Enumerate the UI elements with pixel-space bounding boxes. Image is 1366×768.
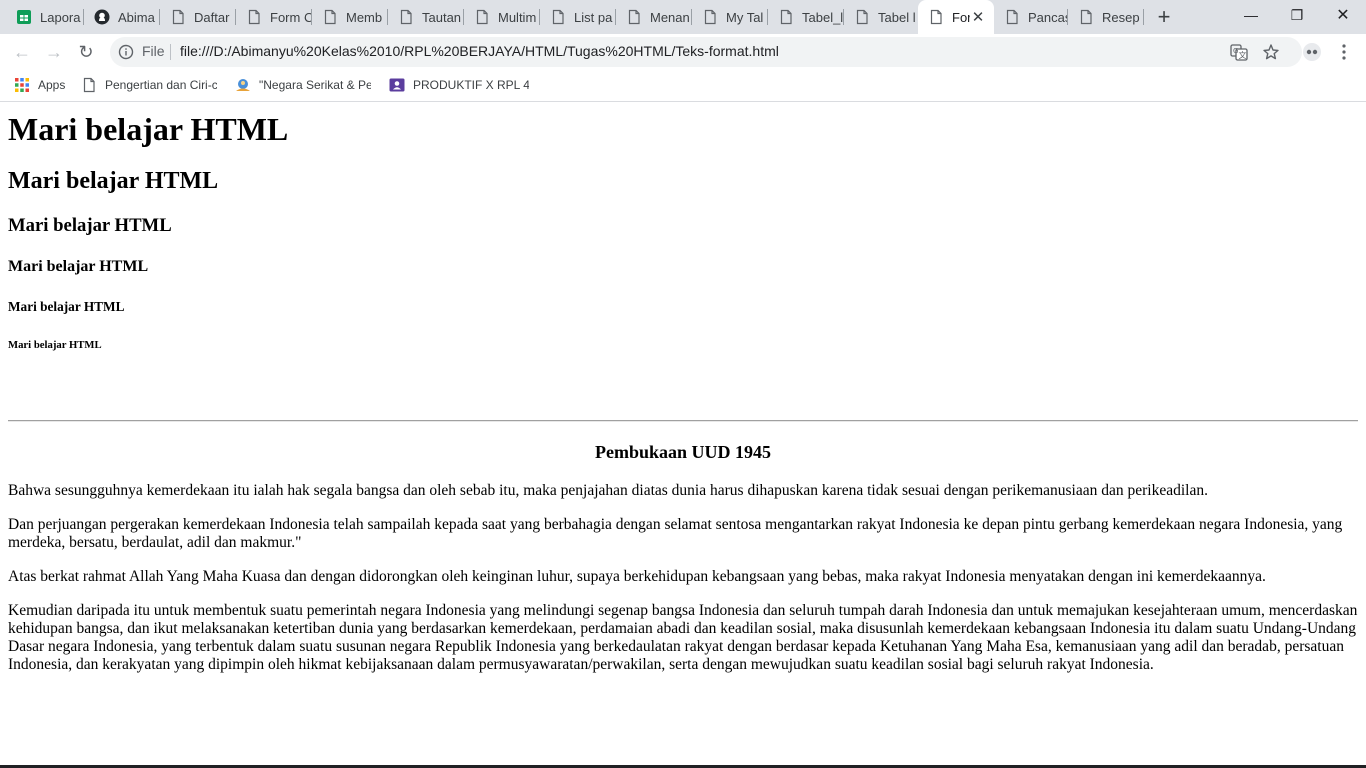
- heading-h1: Mari belajar HTML: [8, 111, 289, 147]
- profile-avatar-icon[interactable]: [1298, 38, 1326, 66]
- restore-button[interactable]: ❐: [1274, 0, 1320, 30]
- page-icon: [854, 9, 870, 25]
- page-content: Mari belajar HTML Mari belajar HTML Mari…: [0, 102, 1366, 768]
- tab-tabel-1[interactable]: Tabel_l: [768, 0, 844, 34]
- tab-resep[interactable]: Resep: [1068, 0, 1144, 34]
- heading-h3: Mari belajar HTML: [8, 215, 172, 236]
- tab-my-tal[interactable]: My Tal: [692, 0, 768, 34]
- tab-strip: Lapora Abima Daftar Form C Memb Tautan M…: [0, 0, 1366, 34]
- reload-button[interactable]: ↻: [72, 38, 100, 66]
- bookmark-label: Pengertian dan Ciri-c: [105, 78, 217, 92]
- address-bar[interactable]: File file:///D:/Abimanyu%20Kelas%2010/RP…: [110, 37, 1302, 67]
- info-icon[interactable]: [118, 44, 134, 60]
- page-icon: [550, 9, 566, 25]
- tab-memb[interactable]: Memb: [312, 0, 388, 34]
- classroom-icon: [389, 77, 405, 93]
- tab-format-active[interactable]: For ✕: [918, 0, 994, 34]
- tab-list[interactable]: List pa: [540, 0, 616, 34]
- page-icon: [81, 77, 97, 93]
- bookmark-produktif[interactable]: PRODUKTIF X RPL 4 -: [389, 76, 529, 94]
- page-icon: [626, 9, 642, 25]
- tab-menan[interactable]: Menan: [616, 0, 692, 34]
- bookmark-star-icon[interactable]: [1262, 43, 1280, 61]
- tab-label: Daftar: [194, 9, 230, 25]
- url-text[interactable]: file:///D:/Abimanyu%20Kelas%2010/RPL%20B…: [180, 43, 779, 59]
- github-icon: [94, 9, 110, 25]
- apps-grid-icon: [14, 77, 30, 93]
- tab-label: List pa: [574, 9, 613, 25]
- bookmark-label: Apps: [38, 78, 66, 92]
- tab-daftar[interactable]: Daftar: [160, 0, 236, 34]
- horizontal-rule: [8, 420, 1358, 422]
- minimize-button[interactable]: —: [1228, 0, 1274, 30]
- new-tab-button[interactable]: +: [1152, 4, 1176, 29]
- omnibox-divider: [170, 44, 171, 60]
- forward-button[interactable]: →: [40, 38, 68, 66]
- tab-tautan[interactable]: Tautan: [388, 0, 464, 34]
- tab-multim[interactable]: Multim: [464, 0, 540, 34]
- section-title: Pembukaan UUD 1945: [594, 442, 772, 462]
- paragraph-1: Bahwa sesungguhnya kemerdekaan itu ialah…: [8, 482, 1208, 499]
- tab-label: Tautan: [422, 9, 462, 25]
- page-icon: [702, 9, 718, 25]
- paragraph-4: Kemudian daripada itu untuk membentuk su…: [8, 602, 1358, 673]
- heading-h2: Mari belajar HTML: [8, 168, 219, 194]
- globe-people-icon: [235, 77, 251, 93]
- heading-h4: Mari belajar HTML: [8, 258, 149, 275]
- svg-text:文: 文: [1239, 50, 1247, 60]
- page-icon: [1004, 9, 1020, 25]
- tab-label: My Tal: [726, 9, 764, 25]
- toolbar: ← → ↻ File file:///D:/Abimanyu%20Kelas%2…: [0, 34, 1366, 70]
- page-icon: [246, 9, 262, 25]
- sheets-icon: [16, 9, 32, 25]
- tab-tabel-2[interactable]: Tabel l: [844, 0, 918, 34]
- translate-icon[interactable]: 文G: [1230, 43, 1248, 61]
- bookmark-apps[interactable]: Apps: [14, 76, 65, 94]
- bookmark-negara-serikat[interactable]: "Negara Serikat & Pe: [235, 76, 371, 94]
- tab-label: Memb: [346, 9, 383, 25]
- svg-text:G: G: [1233, 47, 1238, 55]
- close-window-button[interactable]: ✕: [1320, 0, 1366, 30]
- tab-pancas[interactable]: Pancas: [994, 0, 1068, 34]
- tab-lapora[interactable]: Lapora: [6, 0, 84, 34]
- page-icon: [474, 9, 490, 25]
- tab-label: Form C: [270, 9, 312, 25]
- bookmarks-bar: Apps Pengertian dan Ciri-c "Negara Serik…: [0, 70, 1366, 102]
- bookmark-pengertian[interactable]: Pengertian dan Ciri-c: [81, 76, 217, 94]
- page-icon: [398, 9, 414, 25]
- page-icon: [322, 9, 338, 25]
- heading-h6: Mari belajar HTML: [8, 339, 102, 351]
- tab-label: Tabel_l: [802, 9, 844, 25]
- page-icon: [1078, 9, 1094, 25]
- bookmark-label: PRODUKTIF X RPL 4 -: [413, 78, 529, 92]
- close-tab-icon[interactable]: ✕: [970, 9, 986, 26]
- page-icon: [170, 9, 186, 25]
- tab-form[interactable]: Form C: [236, 0, 312, 34]
- tab-label: Tabel l: [878, 9, 916, 25]
- back-button[interactable]: ←: [8, 38, 36, 66]
- tab-label: For: [952, 9, 970, 25]
- tab-label: Resep: [1102, 9, 1140, 25]
- tab-label: Pancas: [1028, 9, 1068, 25]
- menu-kebab-icon[interactable]: [1330, 38, 1358, 66]
- page-icon: [928, 9, 944, 25]
- bookmark-label: "Negara Serikat & Pe: [259, 78, 371, 92]
- scheme-label: File: [142, 43, 165, 59]
- tab-label: Abima: [118, 9, 155, 25]
- tab-abima[interactable]: Abima: [84, 0, 160, 34]
- tab-label: Multim: [498, 9, 537, 25]
- paragraph-2: Dan perjuangan pergerakan kemerdekaan In…: [8, 516, 1343, 551]
- tab-label: Lapora: [40, 9, 81, 25]
- heading-h5: Mari belajar HTML: [8, 299, 125, 314]
- page-icon: [778, 9, 794, 25]
- tab-label: Menan: [650, 9, 690, 25]
- paragraph-3: Atas berkat rahmat Allah Yang Maha Kuasa…: [8, 568, 1266, 585]
